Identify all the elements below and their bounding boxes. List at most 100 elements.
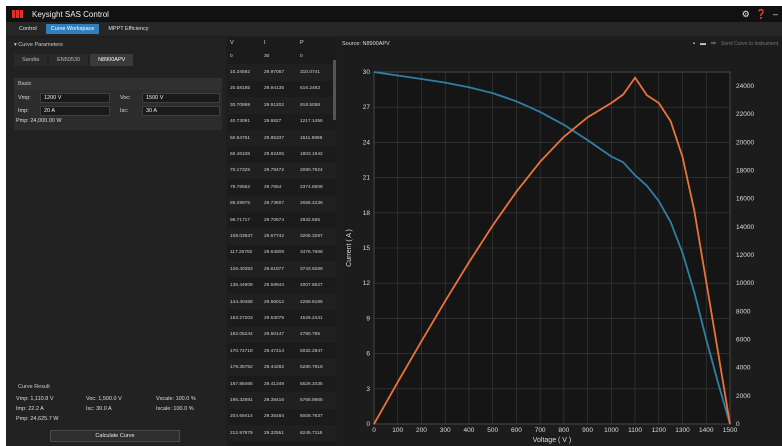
result-iscale: Iscale: 100.0 % bbox=[156, 406, 194, 412]
subtab-sandia[interactable]: Sandia bbox=[14, 54, 48, 66]
x-tick-label: 1400 bbox=[699, 427, 714, 434]
y-tick-label: 21 bbox=[363, 175, 371, 182]
cell-voltage: 50.64751 bbox=[230, 135, 251, 141]
subtab-en50530[interactable]: EN50530 bbox=[49, 54, 89, 66]
cell-voltage: 60.46108 bbox=[230, 152, 251, 158]
table-row[interactable]: 79.78562 29.7654 2374.8508 bbox=[228, 179, 336, 195]
x-tick-label: 1300 bbox=[675, 427, 690, 434]
table-row[interactable]: 135.44909 29.58944 4007.8627 bbox=[228, 277, 336, 293]
cell-voltage: 10.34592 bbox=[230, 70, 251, 76]
vmp-input[interactable]: 1200 V bbox=[40, 93, 110, 103]
column-header-v[interactable]: V bbox=[228, 40, 264, 46]
table-row[interactable]: 70.17325 29.79472 2090.7924 bbox=[228, 162, 336, 180]
source-label: Source: N8900APV bbox=[342, 41, 390, 47]
chart-panel: Source: N8900APV ▪ ▬ ⇨ Send Curve to Ins… bbox=[338, 38, 782, 446]
imp-input[interactable]: 20 A bbox=[40, 106, 110, 116]
table-row[interactable]: 30.70959 29.91202 918.5058 bbox=[228, 97, 336, 114]
iv-pv-chart: 0 100 200 300 400 500 600 700 800 900 1000 1100 1200… bbox=[346, 69, 754, 444]
table-row[interactable]: 187.88466 29.41349 5526.3435 bbox=[228, 376, 336, 392]
column-header-i[interactable]: I bbox=[264, 40, 300, 46]
cell-voltage: 135.44909 bbox=[230, 283, 253, 289]
cell-current: 29.64809 bbox=[264, 250, 285, 256]
voc-row: Voc: 1500 V bbox=[120, 93, 220, 103]
subtab-n8900apv[interactable]: N8900APV bbox=[90, 54, 134, 66]
cell-power: 1803.1942 bbox=[300, 152, 323, 158]
cell-current: 30 bbox=[264, 53, 270, 59]
table-scrollbar[interactable] bbox=[333, 60, 336, 120]
y-axis-label: Current ( A ) bbox=[346, 229, 353, 267]
gear-icon[interactable]: ⚙ bbox=[742, 8, 750, 20]
folder-icon[interactable]: ▬ bbox=[700, 41, 706, 47]
curve-parameters-header[interactable]: ▾ Curve Parameters bbox=[6, 38, 226, 52]
y2-tick-label: 16000 bbox=[736, 196, 754, 203]
cell-current: 29.47214 bbox=[264, 348, 285, 354]
tab-control[interactable]: Control bbox=[14, 24, 42, 34]
table-row[interactable]: 108.03937 29.67742 3206.3297 bbox=[228, 228, 336, 245]
cell-current: 29.85337 bbox=[264, 135, 285, 141]
pv-point bbox=[373, 423, 375, 425]
iv-point bbox=[670, 221, 672, 223]
table-row[interactable]: 10.34592 29.97067 310.0741 bbox=[228, 64, 336, 81]
cell-power: 4007.8627 bbox=[300, 283, 323, 289]
table-row[interactable]: 50.64751 29.85337 1511.9988 bbox=[228, 129, 336, 147]
iv-point bbox=[397, 74, 399, 77]
help-icon[interactable]: ❓ bbox=[756, 8, 767, 20]
iv-point bbox=[373, 71, 375, 73]
x-tick-label: 600 bbox=[511, 427, 522, 434]
send-curve-button[interactable]: Send Curve to Instrument bbox=[721, 41, 778, 47]
isc-input[interactable]: 30 A bbox=[142, 106, 220, 116]
x-tick-label: 700 bbox=[535, 427, 546, 434]
tab-curve-workspace[interactable]: Curve Workspace bbox=[45, 24, 100, 34]
cell-voltage: 117.26782 bbox=[230, 250, 253, 256]
cell-power: 2374.8508 bbox=[300, 184, 323, 190]
table-row[interactable]: 20.58185 29.94135 616.2483 bbox=[228, 81, 336, 97]
table-row[interactable]: 60.46108 29.82405 1803.1942 bbox=[228, 146, 336, 162]
table-row[interactable]: 117.26782 29.64809 3476.7668 bbox=[228, 245, 336, 261]
table-row[interactable]: 40.73091 29.8827 1217.1456 bbox=[228, 114, 336, 130]
cell-power: 616.2483 bbox=[300, 86, 321, 92]
table-row[interactable]: 212.97879 29.32551 6245.7116 bbox=[228, 424, 336, 442]
iv-point bbox=[717, 382, 719, 384]
y2-tick-label: 22000 bbox=[736, 111, 754, 118]
y-tick-label: 9 bbox=[366, 315, 370, 322]
x-tick-label: 300 bbox=[440, 427, 451, 434]
x-tick-label: 400 bbox=[464, 427, 475, 434]
pv-point bbox=[729, 423, 731, 425]
x-tick-label: 900 bbox=[582, 427, 593, 434]
cell-voltage: 153.27203 bbox=[230, 315, 253, 321]
table-row[interactable]: 196.32981 29.38416 5768.9865 bbox=[228, 392, 336, 409]
cell-voltage: 98.71717 bbox=[230, 217, 251, 223]
table-row[interactable]: 89.29975 29.73607 2655.4236 bbox=[228, 195, 336, 212]
y2-tick-label: 12000 bbox=[736, 252, 754, 259]
table-row[interactable]: 204.69414 29.35484 6008.7637 bbox=[228, 409, 336, 425]
y-tick-label: 27 bbox=[363, 104, 371, 111]
x-tick-label: 1200 bbox=[652, 427, 667, 434]
table-row[interactable]: 153.27203 29.53079 4526.2441 bbox=[228, 310, 336, 326]
tab-mppt-efficiency[interactable]: MPPT Efficiency bbox=[103, 24, 153, 34]
cell-voltage: 108.03937 bbox=[230, 233, 253, 239]
table-row[interactable]: 126.40393 29.61877 3743.9289 bbox=[228, 261, 336, 278]
table-row[interactable]: 144.40468 29.56012 4268.6195 bbox=[228, 293, 336, 311]
minimize-icon[interactable]: – bbox=[773, 8, 778, 20]
table-row[interactable]: 162.05244 29.50147 4780.785 bbox=[228, 326, 336, 344]
cell-power: 6008.7637 bbox=[300, 414, 323, 420]
cell-current: 29.91202 bbox=[264, 102, 285, 108]
calculate-curve-button[interactable]: Calculate Curve bbox=[50, 430, 180, 442]
table-row[interactable]: 98.71717 29.70674 2932.565 bbox=[228, 212, 336, 228]
cell-power: 2655.4236 bbox=[300, 201, 323, 207]
y2-tick-label: 0 bbox=[736, 421, 740, 428]
cell-current: 29.70674 bbox=[264, 217, 285, 223]
table-row[interactable]: 170.74718 29.47214 5032.2847 bbox=[228, 343, 336, 359]
table-row[interactable]: 179.35752 29.44282 5280.7918 bbox=[228, 359, 336, 376]
column-header-p[interactable]: P bbox=[300, 40, 334, 46]
cell-voltage: 187.88466 bbox=[230, 381, 253, 387]
cell-current: 29.50147 bbox=[264, 332, 285, 338]
table-row[interactable]: 0 30 0 bbox=[228, 48, 336, 64]
cell-power: 4780.785 bbox=[300, 332, 321, 338]
x-tick-label: 100 bbox=[392, 427, 403, 434]
send-icon[interactable]: ⇨ bbox=[711, 40, 716, 47]
save-icon[interactable]: ▪ bbox=[693, 41, 695, 47]
voc-input[interactable]: 1500 V bbox=[142, 93, 220, 103]
iv-point bbox=[658, 200, 660, 202]
curve-data-table: V I P 0 30 0 10.34592 29.97067 310.0741 20.581… bbox=[228, 38, 336, 446]
